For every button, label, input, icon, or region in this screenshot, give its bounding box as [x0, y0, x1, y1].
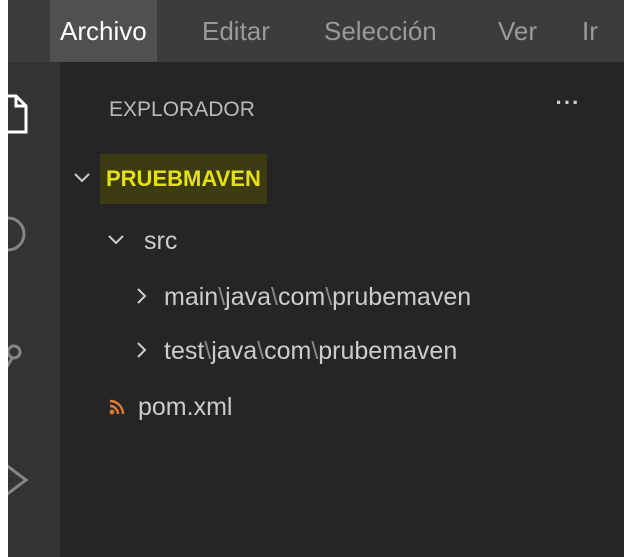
explorer-panel: EXPLORADOR ··· PRUEBMAVEN src main\java\… — [60, 62, 624, 557]
search-icon[interactable] — [8, 216, 30, 256]
path-segment: test — [164, 337, 205, 365]
source-control-icon[interactable] — [8, 338, 30, 378]
path-segment: main — [164, 283, 219, 311]
path-segment: java — [211, 337, 258, 365]
activity-bar — [8, 62, 60, 557]
chevron-right-icon — [132, 272, 154, 322]
folder-label-src: src — [144, 227, 178, 255]
rss-feed-icon — [108, 398, 126, 416]
chevron-down-icon — [106, 216, 128, 266]
path-separator: \ — [271, 283, 278, 311]
menu-ver[interactable]: Ver — [498, 0, 537, 62]
menu-seleccion[interactable]: Selección — [324, 0, 437, 62]
tree-row-main[interactable]: main\java\com\prubemaven — [60, 272, 624, 322]
root-folder-label: PRUEBMAVEN — [100, 154, 267, 204]
tree-row-pom[interactable]: pom.xml — [60, 382, 624, 432]
menu-editar[interactable]: Editar — [202, 0, 270, 62]
folder-label-test-path: test\java\com\prubemaven — [164, 326, 457, 376]
path-segment: java — [225, 283, 272, 311]
more-actions-button[interactable]: ··· — [548, 88, 588, 118]
run-debug-icon[interactable] — [8, 458, 30, 498]
path-segment: prubemaven — [318, 337, 458, 365]
file-label-pom: pom.xml — [138, 393, 233, 421]
chevron-down-icon — [72, 154, 94, 204]
path-segment: prubemaven — [332, 283, 472, 311]
vscode-window: Archivo Editar Selección Ver Ir EXPLORAD… — [8, 0, 624, 557]
explorer-files-icon[interactable] — [8, 92, 30, 134]
path-segment: com — [277, 283, 326, 311]
tree-row-root[interactable]: PRUEBMAVEN — [60, 154, 624, 204]
menu-archivo[interactable]: Archivo — [50, 0, 157, 62]
menu-bar: Archivo Editar Selección Ver Ir — [8, 0, 624, 62]
menu-ir[interactable]: Ir — [582, 0, 598, 62]
tree-row-src[interactable]: src — [60, 216, 624, 266]
folder-label-main-path: main\java\com\prubemaven — [164, 272, 471, 322]
explorer-title: EXPLORADOR — [109, 98, 255, 121]
tree-row-test[interactable]: test\java\com\prubemaven — [60, 326, 624, 376]
chevron-right-icon — [132, 326, 154, 376]
path-segment: com — [264, 337, 312, 365]
